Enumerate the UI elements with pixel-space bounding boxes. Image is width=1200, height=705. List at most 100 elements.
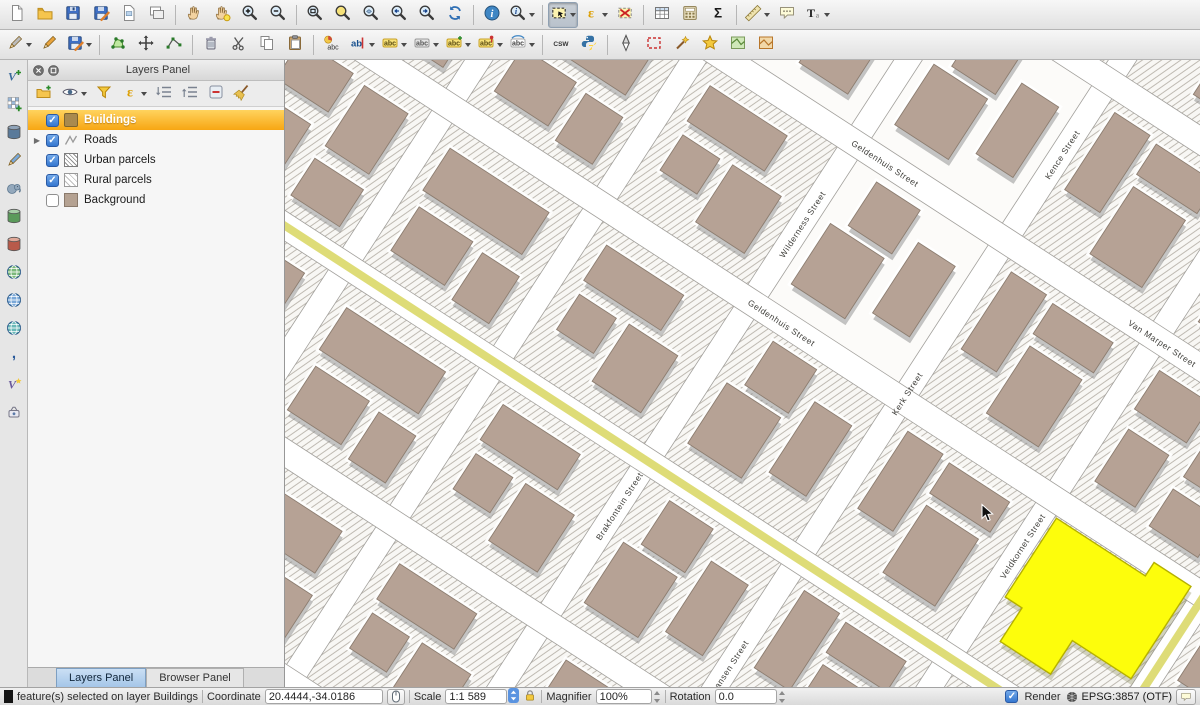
filter-by-expression-button[interactable]: ε bbox=[119, 83, 149, 105]
extent-rectangle-button[interactable] bbox=[641, 32, 667, 58]
run-feature-action-button[interactable]: i bbox=[507, 2, 537, 28]
add-wcs-layer-button[interactable] bbox=[1, 288, 27, 314]
save-layer-edits-button[interactable] bbox=[64, 32, 94, 58]
manage-layer-visibility-button[interactable] bbox=[59, 83, 89, 105]
render-checkbox-box[interactable] bbox=[1005, 690, 1018, 703]
mouse-position-toggle[interactable] bbox=[387, 689, 405, 705]
layer-item-urban-parcels[interactable]: Urban parcels bbox=[28, 150, 284, 170]
toggle-editing-button[interactable] bbox=[36, 32, 62, 58]
add-oracle-layer-button[interactable] bbox=[1, 232, 27, 258]
identify-features-button[interactable]: i bbox=[479, 2, 505, 28]
open-project-button[interactable] bbox=[32, 2, 58, 28]
clear-all-button[interactable] bbox=[231, 83, 253, 105]
select-features-button[interactable] bbox=[548, 2, 578, 28]
node-tool-button[interactable] bbox=[161, 32, 187, 58]
crs-status[interactable]: EPSG:3857 (OTF) bbox=[1065, 690, 1172, 704]
composer-manager-button[interactable] bbox=[144, 2, 170, 28]
add-delimited-text-layer-button[interactable]: , bbox=[1, 344, 27, 370]
map-tips-button[interactable] bbox=[774, 2, 800, 28]
select-by-expression-button[interactable]: ε bbox=[580, 2, 610, 28]
measure-button[interactable] bbox=[742, 2, 772, 28]
add-mssql-layer-button[interactable] bbox=[1, 204, 27, 230]
new-shapefile-layer-button[interactable]: V bbox=[1, 372, 27, 398]
layer-visibility-checkbox[interactable] bbox=[46, 194, 59, 207]
layer-visibility-checkbox[interactable] bbox=[46, 154, 59, 167]
zoom-next-button[interactable] bbox=[414, 2, 440, 28]
label-toolbar-ab-button[interactable]: ab bbox=[347, 32, 377, 58]
statistical-summary-button[interactable]: Σ bbox=[705, 2, 731, 28]
quick-map-green-button[interactable] bbox=[725, 32, 751, 58]
save-project-as-button[interactable] bbox=[88, 2, 114, 28]
collapse-all-button[interactable] bbox=[179, 83, 201, 105]
annotation-marker-button[interactable] bbox=[697, 32, 723, 58]
add-vector-layer-button[interactable]: V bbox=[1, 64, 27, 90]
render-checkbox[interactable]: Render bbox=[1002, 690, 1060, 703]
add-wms-layer-button[interactable] bbox=[1, 260, 27, 286]
map-svg[interactable]: Wilderness StreetKence StreetKerk Street… bbox=[285, 60, 1200, 687]
scale-lock-icon[interactable] bbox=[523, 688, 537, 705]
rotation-input[interactable] bbox=[715, 689, 777, 704]
layer-visibility-checkbox[interactable] bbox=[46, 134, 59, 147]
compass-tool-button[interactable] bbox=[613, 32, 639, 58]
cut-features-button[interactable] bbox=[226, 32, 252, 58]
zoom-last-button[interactable] bbox=[386, 2, 412, 28]
move-feature-button[interactable] bbox=[133, 32, 159, 58]
layer-item-roads[interactable]: ▶Roads bbox=[28, 130, 284, 150]
quick-map-orange-button[interactable] bbox=[753, 32, 779, 58]
scale-input[interactable] bbox=[445, 689, 507, 704]
add-postgis-layer-button[interactable] bbox=[1, 176, 27, 202]
save-project-button[interactable] bbox=[60, 2, 86, 28]
expand-all-button[interactable] bbox=[153, 83, 175, 105]
spinner-arrows-icon[interactable] bbox=[778, 690, 786, 704]
add-spatialite-layer-button[interactable] bbox=[1, 148, 27, 174]
current-edits-button[interactable] bbox=[4, 32, 34, 58]
coordinate-input[interactable] bbox=[265, 689, 383, 704]
rotation-spinbox[interactable] bbox=[715, 689, 786, 704]
map-canvas[interactable]: Wilderness StreetKence StreetKerk Street… bbox=[285, 60, 1200, 687]
add-feature-button[interactable] bbox=[105, 32, 131, 58]
layer-item-rural-parcels[interactable]: Rural parcels bbox=[28, 170, 284, 190]
layer-labeling-options-button[interactable]: abc bbox=[319, 32, 345, 58]
new-geopackage-layer-button[interactable] bbox=[1, 120, 27, 146]
deselect-all-button[interactable] bbox=[612, 2, 638, 28]
delete-selected-button[interactable] bbox=[198, 32, 224, 58]
zoom-to-selection-button[interactable] bbox=[330, 2, 356, 28]
zoom-full-button[interactable] bbox=[302, 2, 328, 28]
metasearch-csw-button[interactable]: CSW bbox=[548, 32, 574, 58]
zoom-out-button[interactable] bbox=[265, 2, 291, 28]
add-raster-layer-button[interactable] bbox=[1, 92, 27, 118]
paste-features-button[interactable] bbox=[282, 32, 308, 58]
add-wfs-layer-button[interactable] bbox=[1, 316, 27, 342]
messages-button[interactable] bbox=[1176, 689, 1196, 705]
expand-arrow-icon[interactable]: ▶ bbox=[31, 136, 43, 145]
new-print-composer-button[interactable] bbox=[116, 2, 142, 28]
layer-visibility-checkbox[interactable] bbox=[46, 114, 59, 127]
label-toolbar-highlight-button[interactable]: abc bbox=[379, 32, 409, 58]
add-gps-layer-button[interactable] bbox=[1, 400, 27, 426]
magnifier-input[interactable] bbox=[596, 689, 652, 704]
python-console-button[interactable] bbox=[576, 32, 602, 58]
label-toolbar-gray-button[interactable]: abc bbox=[411, 32, 441, 58]
zoom-to-layer-button[interactable] bbox=[358, 2, 384, 28]
pan-to-selection-button[interactable] bbox=[209, 2, 235, 28]
magnifier-spinbox[interactable] bbox=[596, 689, 661, 704]
tab-browser-panel[interactable]: Browser Panel bbox=[146, 668, 244, 687]
filter-legend-button[interactable] bbox=[93, 83, 115, 105]
copy-features-button[interactable] bbox=[254, 32, 280, 58]
scale-combo[interactable] bbox=[445, 688, 519, 705]
processing-wand-button[interactable] bbox=[669, 32, 695, 58]
refresh-map-button[interactable] bbox=[442, 2, 468, 28]
remove-layer-group-button[interactable] bbox=[205, 83, 227, 105]
label-toolbar-abc-button[interactable]: abc bbox=[443, 32, 473, 58]
label-toolbar-show-hide-button[interactable]: abc bbox=[507, 32, 537, 58]
panel-float-icon[interactable] bbox=[48, 65, 59, 76]
pan-map-button[interactable] bbox=[181, 2, 207, 28]
panel-close-icon[interactable] bbox=[33, 65, 44, 76]
layer-item-background[interactable]: Background bbox=[28, 190, 284, 210]
add-group-button[interactable] bbox=[33, 83, 55, 105]
text-annotation-button[interactable]: Ta bbox=[802, 2, 832, 28]
layer-visibility-checkbox[interactable] bbox=[46, 174, 59, 187]
scale-dropdown-icon[interactable] bbox=[508, 688, 519, 705]
tab-layers-panel[interactable]: Layers Panel bbox=[56, 668, 146, 687]
zoom-in-button[interactable] bbox=[237, 2, 263, 28]
